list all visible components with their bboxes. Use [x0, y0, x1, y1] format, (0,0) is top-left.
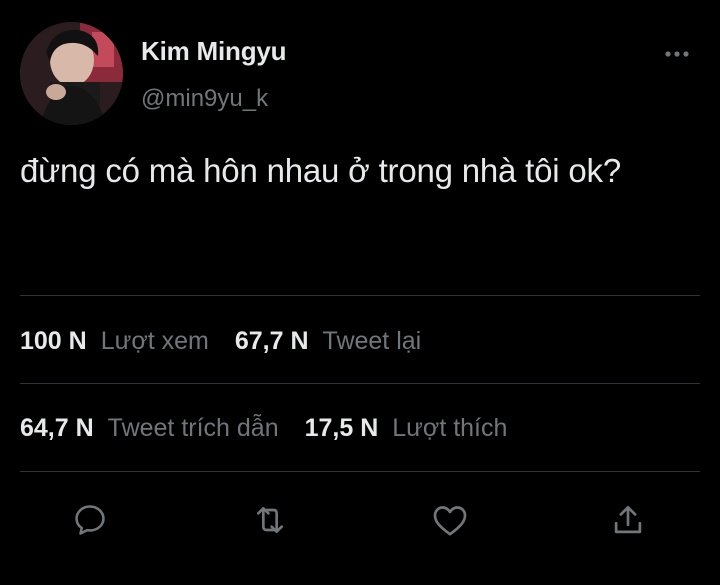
share-button[interactable] [608, 500, 648, 540]
stat-retweets-label: Tweet lại [322, 326, 422, 355]
stats-row: 100 N Lượt xem 67,7 N Tweet lại [20, 324, 447, 358]
reply-icon [75, 505, 105, 535]
retweet-button[interactable] [250, 500, 290, 540]
divider [20, 295, 700, 296]
author-handle[interactable]: @min9yu_k [141, 85, 268, 113]
action-bar [0, 492, 720, 546]
like-button[interactable] [430, 500, 470, 540]
more-options-button[interactable] [662, 44, 692, 64]
stat-quote-tweets-value: 64,7 N [20, 413, 94, 442]
reply-button[interactable] [70, 500, 110, 540]
divider [20, 471, 700, 472]
retweet-icon [257, 507, 283, 533]
like-icon [433, 506, 467, 536]
stat-likes-value: 17,5 N [304, 413, 379, 442]
author-name[interactable]: Kim Mingyu [141, 36, 287, 67]
divider [20, 383, 700, 384]
tweet-text: đừng có mà hôn nhau ở trong nhà tôi ok? [20, 152, 622, 189]
avatar[interactable] [20, 22, 123, 125]
stat-quote-tweets-label: Tweet trích dẫn [107, 413, 279, 442]
stat-views-label: Lượt xem [100, 326, 209, 355]
stat-retweets-value: 67,7 N [234, 326, 309, 355]
avatar-photo [20, 22, 123, 125]
stat-retweets[interactable]: 67,7 N Tweet lại [235, 327, 421, 356]
stat-likes[interactable]: 17,5 N Lượt thích [305, 414, 508, 443]
stat-views[interactable]: 100 N Lượt xem [20, 327, 209, 356]
more-icon [665, 51, 689, 57]
stat-views-value: 100 N [20, 326, 87, 355]
tweet: Kim Mingyu @min9yu_k đừng có mà hôn nhau… [0, 0, 720, 585]
stat-likes-label: Lượt thích [392, 413, 508, 442]
stats-row: 64,7 N Tweet trích dẫn 17,5 N Lượt thích [20, 411, 533, 445]
stat-quote-tweets[interactable]: 64,7 N Tweet trích dẫn [20, 414, 279, 443]
share-icon [614, 505, 642, 534]
